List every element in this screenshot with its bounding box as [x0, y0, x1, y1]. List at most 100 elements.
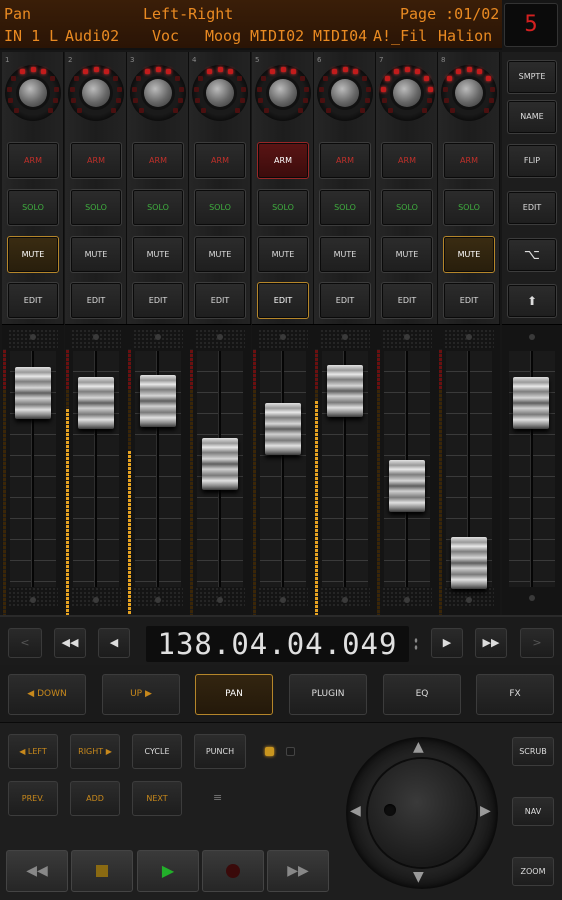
fader-handle[interactable] [15, 367, 51, 419]
mute-button[interactable]: MUTE [443, 236, 495, 273]
edit-button[interactable]: EDIT [381, 282, 433, 319]
play-button[interactable]: ▶ [137, 850, 199, 892]
nav-button[interactable]: NAV [512, 797, 554, 826]
zoom-button[interactable]: ZOOM [512, 857, 554, 886]
chevron-right-icon[interactable]: > [520, 628, 554, 658]
mute-button[interactable]: MUTE [194, 236, 246, 273]
fx-button[interactable]: FX [476, 674, 554, 715]
edit-button[interactable]: EDIT [194, 282, 246, 319]
fast-forward-button[interactable]: ▶▶ [267, 850, 329, 892]
down-button[interactable]: ◀ DOWN [8, 674, 86, 715]
solo-button[interactable]: SOLO [132, 189, 184, 226]
next-marker-button[interactable]: NEXT [132, 781, 182, 816]
pan-led-icon [477, 69, 483, 75]
prev-marker-button[interactable]: PREV. [8, 781, 58, 816]
solo-button[interactable]: SOLO [443, 189, 495, 226]
pan-knob[interactable] [68, 65, 124, 121]
wheel-up-arrow-icon[interactable]: ▲ [413, 739, 424, 755]
pan-led-icon [361, 76, 367, 82]
edit-button[interactable]: EDIT [443, 282, 495, 319]
fader-handle[interactable] [327, 365, 363, 417]
arm-button[interactable]: ARM [257, 142, 309, 179]
solo-button[interactable]: SOLO [381, 189, 433, 226]
fader-handle[interactable] [202, 438, 238, 490]
solo-button[interactable]: SOLO [7, 189, 59, 226]
up-button[interactable]: UP ▶ [102, 674, 180, 715]
fader-handle[interactable] [265, 403, 301, 455]
bottom-panel: ◀ LEFT RIGHT ▶ CYCLE PUNCH PREV. ADD NEX… [0, 723, 562, 900]
scrub-button[interactable]: SCRUB [512, 737, 554, 766]
arm-button[interactable]: ARM [70, 142, 122, 179]
arm-button[interactable]: ARM [381, 142, 433, 179]
step-forward-icon[interactable]: ▶ [431, 628, 463, 658]
mute-button[interactable]: MUTE [70, 236, 122, 273]
edit-button[interactable]: EDIT [319, 282, 371, 319]
rewind-icon[interactable]: ◀◀ [54, 628, 86, 658]
punch-button[interactable]: PUNCH [194, 734, 246, 769]
pan-knob[interactable] [130, 65, 186, 121]
pan-knob[interactable] [441, 65, 497, 121]
lcd-page: Page :01/02 [400, 5, 500, 23]
jog-wheel-center[interactable] [368, 759, 476, 867]
pan-knob[interactable] [192, 65, 248, 121]
chevron-left-icon[interactable]: < [8, 628, 42, 658]
fader-handle[interactable] [389, 460, 425, 512]
pan-led-icon [299, 76, 305, 82]
stop-button[interactable] [71, 850, 133, 892]
record-button[interactable] [202, 850, 264, 892]
screw-icon [217, 597, 223, 603]
left-locator-button[interactable]: ◀ LEFT [8, 734, 58, 769]
fast-forward-icon[interactable]: ▶▶ [475, 628, 507, 658]
screw-icon [155, 334, 161, 340]
arm-button[interactable]: ARM [7, 142, 59, 179]
arm-button[interactable]: ARM [194, 142, 246, 179]
mute-button[interactable]: MUTE [319, 236, 371, 273]
name-button[interactable]: NAME [507, 100, 557, 134]
pan-led-icon [54, 86, 60, 92]
edit-button[interactable]: EDIT [70, 282, 122, 319]
smpte-button[interactable]: SMPTE [507, 60, 557, 94]
fader-handle[interactable] [78, 377, 114, 429]
jog-wheel[interactable]: ▲ ▼ ◀ ▶ [346, 737, 498, 889]
arm-button[interactable]: ARM [132, 142, 184, 179]
side-edit-button[interactable]: EDIT [507, 191, 557, 225]
step-back-icon[interactable]: ◀ [98, 628, 130, 658]
eq-button[interactable]: EQ [383, 674, 461, 715]
wheel-right-arrow-icon[interactable]: ▶ [480, 803, 491, 819]
edit-button[interactable]: EDIT [7, 282, 59, 319]
edit-button[interactable]: EDIT [132, 282, 184, 319]
pan-button[interactable]: PAN [195, 674, 273, 715]
wheel-left-arrow-icon[interactable]: ◀ [350, 803, 361, 819]
master-fader-handle[interactable] [513, 377, 549, 429]
level-meter [128, 349, 131, 616]
rewind-button[interactable]: ◀◀ [6, 850, 68, 892]
solo-button[interactable]: SOLO [194, 189, 246, 226]
pan-knob[interactable] [379, 65, 435, 121]
plugin-button[interactable]: PLUGIN [289, 674, 367, 715]
add-marker-button[interactable]: ADD [70, 781, 120, 816]
shift-button[interactable]: ⬆ [507, 284, 557, 318]
fader-handle[interactable] [140, 375, 176, 427]
cycle-button[interactable]: CYCLE [132, 734, 182, 769]
right-locator-button[interactable]: RIGHT ▶ [70, 734, 120, 769]
knob-cap-icon [206, 79, 234, 107]
pan-knob[interactable] [255, 65, 311, 121]
arm-button[interactable]: ARM [443, 142, 495, 179]
fader-handle[interactable] [451, 537, 487, 589]
channel-strip-5: 5 ARM SOLO MUTE EDIT [252, 52, 314, 616]
mute-button[interactable]: MUTE [257, 236, 309, 273]
wheel-down-arrow-icon[interactable]: ▼ [413, 869, 424, 885]
flip-button[interactable]: FLIP [507, 144, 557, 178]
pan-knob[interactable] [5, 65, 61, 121]
edit-button[interactable]: EDIT [257, 282, 309, 319]
option-key-button[interactable]: ⌥ [507, 238, 557, 272]
solo-button[interactable]: SOLO [257, 189, 309, 226]
mute-button[interactable]: MUTE [7, 236, 59, 273]
mute-button[interactable]: MUTE [132, 236, 184, 273]
pan-knob[interactable] [317, 65, 373, 121]
lcd-mode: Pan [4, 5, 32, 23]
arm-button[interactable]: ARM [319, 142, 371, 179]
solo-button[interactable]: SOLO [70, 189, 122, 226]
solo-button[interactable]: SOLO [319, 189, 371, 226]
mute-button[interactable]: MUTE [381, 236, 433, 273]
